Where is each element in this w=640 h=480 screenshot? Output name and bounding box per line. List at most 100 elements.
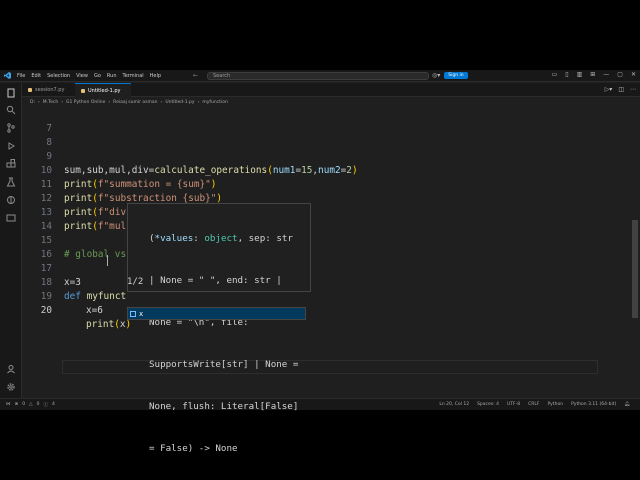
source-control-icon[interactable] xyxy=(6,123,16,133)
python-icon[interactable] xyxy=(6,195,16,205)
remote-indicator-icon[interactable]: ⋈ xyxy=(6,402,11,408)
current-line-highlight xyxy=(62,360,598,374)
nav-back-icon[interactable]: ← xyxy=(193,72,198,79)
layout-panel-icon[interactable]: ▭ xyxy=(552,71,558,78)
customize-layout-icon[interactable]: ⊞ xyxy=(590,71,595,78)
run-python-icon[interactable]: ▷▾ xyxy=(605,86,613,93)
menu-go[interactable]: Go xyxy=(91,73,104,79)
menu-file[interactable]: File xyxy=(14,73,28,79)
code-line-12: 12 print(f"div = {div}") xyxy=(22,178,632,218)
line-number: 20 xyxy=(40,305,52,316)
status-bar: ⋈ ⊗ 0 △ 0 ⓘ 4 Ln 20, Col 12 Spaces: 4 UTF-8… xyxy=(0,398,640,410)
breadcrumb-item[interactable]: D: xyxy=(30,100,35,105)
code-line-15: 15 # global vs xyxy=(22,220,632,260)
info-icon[interactable]: ⓘ xyxy=(44,402,49,408)
python-file-icon xyxy=(81,88,85,93)
sign-in-button[interactable]: Sign in xyxy=(444,72,468,79)
window-controls: ▭ ▯ ▥ ⊞ — ▢ ✕ xyxy=(552,71,636,78)
code-line-13: 13 print(f"mul = {mul}") xyxy=(22,192,632,232)
notifications-bell-icon[interactable]: 🔔︎ xyxy=(624,402,630,407)
signature-line: = False) -> None xyxy=(149,443,238,454)
command-center-search[interactable]: Search xyxy=(207,72,429,80)
vertical-scrollbar[interactable] xyxy=(632,220,638,318)
title-bar: File Edit Selection View Go Run Terminal… xyxy=(0,70,640,82)
code-line-19: 19 x=6 xyxy=(22,276,632,316)
maximize-icon[interactable]: ▢ xyxy=(617,71,623,78)
python-file-icon xyxy=(28,88,32,92)
cursor-position[interactable]: Ln 20, Col 12 xyxy=(439,402,469,407)
indentation[interactable]: Spaces: 4 xyxy=(477,402,499,407)
status-left: ⋈ ⊗ 0 △ 0 ⓘ 4 xyxy=(6,402,55,408)
manage-gear-icon[interactable] xyxy=(6,382,16,392)
vscode-logo-icon xyxy=(0,70,14,82)
copilot-icon[interactable]: ◎▾ xyxy=(432,72,440,79)
breadcrumb-item[interactable]: G1 Python Online xyxy=(66,100,105,105)
breadcrumb-item[interactable]: Reiaaj sumir osman xyxy=(113,100,157,105)
layout-sidebar-icon[interactable]: ▯ xyxy=(565,71,568,78)
tab-session7[interactable]: session7.py xyxy=(22,83,74,97)
chevron-right-icon: › xyxy=(197,99,200,105)
code-line-8: 8 xyxy=(22,122,632,148)
signature-overload-counter[interactable]: 1/2 xyxy=(127,276,143,288)
code-line-17: 17 x=3 xyxy=(22,248,632,288)
remote-explorer-icon[interactable] xyxy=(6,213,16,223)
language-mode[interactable]: Python xyxy=(547,402,563,407)
encoding[interactable]: UTF-8 xyxy=(507,402,520,407)
minimize-icon[interactable]: — xyxy=(603,71,609,78)
menu-terminal[interactable]: Terminal xyxy=(120,73,147,79)
menu-view[interactable]: View xyxy=(73,73,91,79)
signature-line: (*values: object, sep: str xyxy=(149,233,293,244)
info-count[interactable]: 4 xyxy=(52,402,55,408)
code-text: x=6 xyxy=(86,305,103,316)
code-line-7: 7 xyxy=(22,108,632,134)
extensions-icon[interactable] xyxy=(6,159,16,169)
menu-run[interactable]: Run xyxy=(104,73,120,79)
error-icon[interactable]: ⊗ xyxy=(15,402,19,408)
end-of-line[interactable]: CRLF xyxy=(528,402,539,407)
editor-actions: ▷▾ ◫ ⋯ xyxy=(605,86,636,93)
suggestion-widget: x xyxy=(127,307,306,320)
code-editor[interactable]: 7 8 9 sum,sub,mul,div=calculate_operatio… xyxy=(22,107,632,398)
signature-line: None, flush: Literal[False] xyxy=(149,401,299,412)
accounts-icon[interactable] xyxy=(6,364,16,374)
layout-secondary-icon[interactable]: ▥ xyxy=(577,71,583,78)
warning-count[interactable]: 0 xyxy=(37,402,40,408)
tab-untitled[interactable]: Untitled-1.py xyxy=(75,83,131,97)
explorer-icon[interactable] xyxy=(6,88,16,98)
variable-icon xyxy=(130,310,136,317)
title-actions: ◎▾ Sign in xyxy=(432,72,468,79)
breadcrumb-item[interactable]: M.Tech xyxy=(43,100,58,105)
search-icon[interactable] xyxy=(6,105,16,115)
code-line-14: 14 xyxy=(22,206,632,232)
vscode-window: File Edit Selection View Go Run Terminal… xyxy=(0,70,640,410)
split-editor-icon[interactable]: ◫ xyxy=(618,86,624,93)
suggestion-label: x xyxy=(139,309,144,318)
editor-tab-bar: session7.py Untitled-1.py ▷▾ ◫ ⋯ xyxy=(22,83,640,97)
more-actions-icon[interactable]: ⋯ xyxy=(630,86,636,93)
status-right: Ln 20, Col 12 Spaces: 4 UTF-8 CRLF Pytho… xyxy=(439,402,630,407)
testing-icon[interactable] xyxy=(6,177,16,187)
activity-bar xyxy=(0,83,22,398)
chevron-right-icon: › xyxy=(160,99,163,105)
breadcrumb-item[interactable]: myfunction xyxy=(202,100,227,105)
menu-edit[interactable]: Edit xyxy=(28,73,44,79)
chevron-right-icon: › xyxy=(37,99,40,105)
code-line-18: 18 def myfunct xyxy=(22,262,632,302)
suggestion-item[interactable]: x xyxy=(128,308,305,319)
run-debug-icon[interactable] xyxy=(6,141,16,151)
tab-label: session7.py xyxy=(35,87,65,93)
signature-help-popup: (*values: object, sep: str | None = " ",… xyxy=(127,203,311,454)
menu-selection[interactable]: Selection xyxy=(44,73,73,79)
error-count[interactable]: 0 xyxy=(22,402,25,408)
breadcrumb-item[interactable]: Untitled-1.py xyxy=(165,100,194,105)
menu-help[interactable]: Help xyxy=(147,73,164,79)
signature-line: SupportsWrite[str] | None = xyxy=(149,359,299,370)
code-text: print(x) xyxy=(86,319,132,330)
python-interpreter[interactable]: Python 3.11 (64-bit) xyxy=(571,402,616,407)
close-icon[interactable]: ✕ xyxy=(631,71,636,78)
code-line-20: 20 print(x) xyxy=(22,290,632,330)
chevron-right-icon: › xyxy=(108,99,111,105)
tab-label: Untitled-1.py xyxy=(88,87,121,94)
signature-line: | None = " ", end: str | xyxy=(149,275,282,286)
warning-icon[interactable]: △ xyxy=(29,402,32,408)
